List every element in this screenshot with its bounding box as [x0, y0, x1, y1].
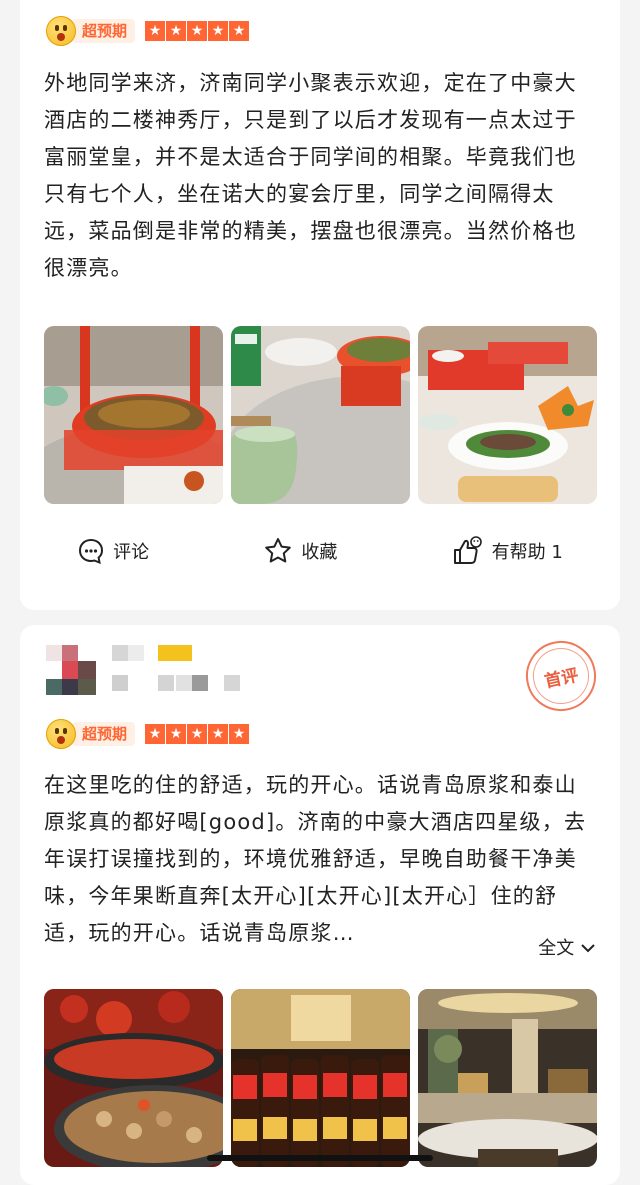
home-indicator: [207, 1155, 433, 1161]
comment-button[interactable]: 评论: [77, 537, 149, 565]
surprised-emoji-icon: [46, 16, 76, 46]
exceeds-expectation-tag: 超预期: [72, 19, 136, 43]
exceeds-expectation-tag: 超预期: [72, 722, 136, 746]
rating-row: 超预期 ★ ★ ★ ★ ★: [46, 16, 250, 46]
comment-icon: [79, 538, 104, 565]
review-card-2: 首评 超预期 ★ ★ ★ ★ ★ 在这里吃的住的舒适，玩的开心。话说青岛原浆和泰…: [20, 625, 620, 1185]
helpful-label: 有帮助 1: [491, 542, 563, 563]
blurred-user-info: [46, 645, 256, 701]
helpful-button[interactable]: 有帮助 1: [452, 536, 563, 566]
star-outline-icon: [265, 538, 292, 563]
chevron-down-icon: [581, 944, 595, 953]
star-icon: ★: [229, 21, 250, 41]
action-bar: 评论 收藏 有帮助 1: [20, 526, 620, 576]
spicy-crayfish-image: [44, 989, 223, 1167]
review-photo-1[interactable]: [44, 326, 223, 504]
banquet-table-image: [418, 326, 597, 504]
favorite-button[interactable]: 收藏: [263, 536, 337, 566]
rating-row: 超预期 ★ ★ ★ ★ ★: [46, 719, 250, 749]
review-card-1: 超预期 ★ ★ ★ ★ ★ 外地同学来济，济南同学小聚表示欢迎，定在了中豪大酒店…: [20, 0, 620, 610]
review-photo-2[interactable]: [231, 989, 410, 1167]
dish-on-red-tray-image: [44, 326, 223, 504]
first-review-stamp: 首评: [519, 634, 603, 718]
star-icon: ★: [145, 21, 166, 41]
photo-strip: [44, 326, 597, 504]
review-photo-1[interactable]: [44, 989, 223, 1167]
photo-strip: [44, 989, 597, 1167]
star-icon: ★: [145, 724, 166, 744]
star-icon: ★: [208, 724, 229, 744]
review-text[interactable]: 在这里吃的住的舒适，玩的开心。话说青岛原浆和泰山原浆真的都好喝[good]。济南…: [44, 767, 596, 952]
teacup-on-turntable-image: [231, 326, 410, 504]
comment-label: 评论: [113, 542, 150, 563]
star-icon: ★: [166, 21, 187, 41]
surprised-emoji-icon: [46, 719, 76, 749]
star-icon: ★: [187, 21, 208, 41]
review-photo-2[interactable]: [231, 326, 410, 504]
review-photo-3[interactable]: [418, 989, 597, 1167]
star-icon: ★: [166, 724, 187, 744]
review-text[interactable]: 外地同学来济，济南同学小聚表示欢迎，定在了中豪大酒店的二楼神秀厅，只是到了以后才…: [44, 65, 596, 287]
thumbs-up-icon: [453, 536, 482, 564]
review-photo-3[interactable]: [418, 326, 597, 504]
five-star-rating: ★ ★ ★ ★ ★: [145, 724, 250, 744]
star-icon: ★: [187, 724, 208, 744]
five-star-rating: ★ ★ ★ ★ ★: [145, 21, 250, 41]
expand-full-text-link[interactable]: 全文: [534, 936, 596, 962]
favorite-label: 收藏: [301, 542, 338, 563]
buffet-hall-image: [418, 989, 597, 1167]
full-text-label: 全文: [538, 938, 575, 959]
star-icon: ★: [208, 21, 229, 41]
stamp-label: 首评: [527, 642, 595, 710]
star-icon: ★: [229, 724, 250, 744]
beer-bottles-image: [231, 989, 410, 1167]
